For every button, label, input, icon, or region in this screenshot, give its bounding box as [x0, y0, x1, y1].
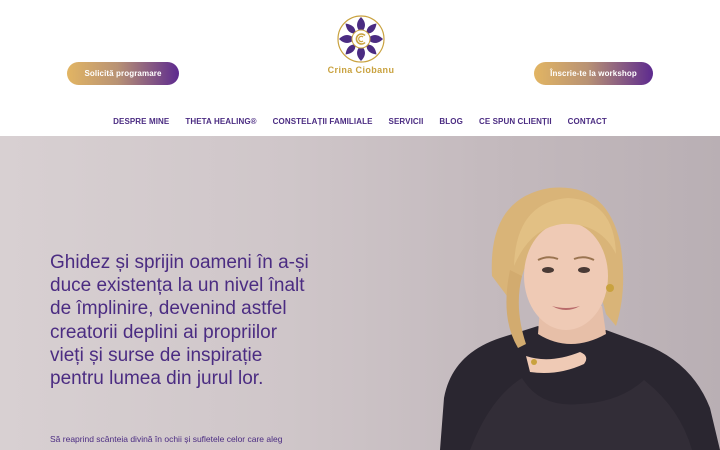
site-header: Crina Ciobanu Solicită programare Înscri…: [0, 0, 720, 136]
request-appointment-button[interactable]: Solicită programare: [67, 62, 179, 85]
portrait-photo: [440, 187, 720, 450]
brand-name: Crina Ciobanu: [327, 65, 395, 75]
nav-item-constelatii-familiale[interactable]: CONSTELAȚII FAMILIALE: [273, 115, 373, 129]
nav-item-servicii[interactable]: SERVICII: [389, 115, 424, 129]
nav-item-blog[interactable]: BLOG: [439, 115, 463, 129]
nav-item-theta-healing[interactable]: THETA HEALING®: [185, 115, 256, 129]
workshop-signup-button[interactable]: Înscrie-te la workshop: [534, 62, 653, 85]
nav-item-despre-mine[interactable]: DESPRE MINE: [113, 115, 169, 129]
hero-headline: Ghidez și sprijin oameni în a-și duce ex…: [50, 252, 309, 390]
logo-mark-icon: [337, 15, 385, 63]
logo[interactable]: Crina Ciobanu: [324, 14, 398, 78]
main-nav: DESPRE MINE THETA HEALING® CONSTELAȚII F…: [0, 115, 720, 129]
nav-item-ce-spun-clientii[interactable]: CE SPUN CLIENȚII: [479, 115, 552, 129]
hero-subtext: Să reaprind scânteia divină în ochii și …: [50, 434, 283, 444]
nav-item-contact[interactable]: CONTACT: [568, 115, 607, 129]
hero-section: Ghidez și sprijin oameni în a-și duce ex…: [0, 136, 720, 450]
